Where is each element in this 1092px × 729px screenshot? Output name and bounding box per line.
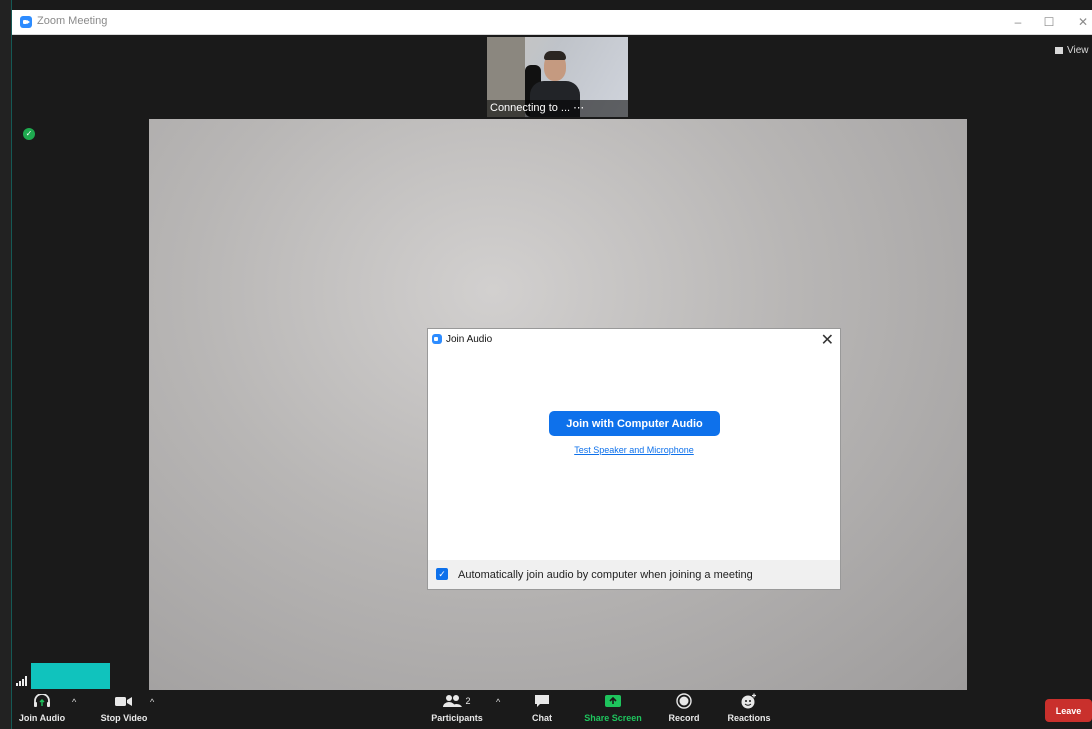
record-icon [676, 693, 692, 709]
signal-strength-icon [16, 676, 28, 686]
stop-video-label: Stop Video [100, 713, 148, 723]
zoom-app-icon [20, 16, 32, 28]
reactions-icon [741, 693, 756, 709]
auto-join-label: Automatically join audio by computer whe… [458, 569, 753, 581]
window-title: Zoom Meeting [37, 15, 108, 27]
reactions-button[interactable]: Reactions [722, 690, 776, 729]
participant-thumbnail[interactable]: Connecting to ... ⋯ [487, 37, 628, 117]
stop-video-button[interactable]: Stop Video [96, 690, 152, 729]
person-hair [544, 51, 566, 60]
view-label: View [1067, 45, 1089, 56]
participants-count: 2 [465, 696, 471, 706]
dialog-close-icon[interactable]: ✕ [821, 330, 834, 350]
join-audio-dialog: Join Audio ✕ Join with Computer Audio Te… [427, 328, 841, 590]
participants-label: Participants [431, 713, 483, 723]
gallery-grid-icon [1055, 47, 1063, 54]
title-bar: Zoom Meeting – ☐ ✕ [12, 10, 1092, 35]
participants-icon [443, 695, 463, 707]
dialog-footer: ✓ Automatically join audio by computer w… [428, 560, 840, 589]
share-screen-button[interactable]: Share Screen [580, 690, 646, 729]
highlight-box [31, 663, 110, 689]
encryption-shield-icon[interactable]: ✓ [23, 128, 35, 140]
camera-icon [115, 697, 132, 706]
zoom-dialog-icon [432, 334, 442, 344]
leave-meeting-button[interactable]: Leave [1045, 699, 1092, 722]
chat-label: Chat [532, 713, 552, 723]
join-audio-button[interactable]: Join Audio [12, 690, 72, 729]
record-label: Record [668, 713, 700, 723]
audio-options-caret-icon[interactable]: ^ [72, 697, 76, 707]
auto-join-checkbox[interactable]: ✓ [436, 568, 448, 580]
meeting-toolbar: Join Audio ^ Stop Video ^ 2 Participants… [12, 690, 1092, 729]
share-screen-label: Share Screen [584, 713, 642, 723]
chat-button[interactable]: Chat [522, 690, 562, 729]
chat-icon [535, 695, 549, 707]
thumbnail-caption: Connecting to ... ⋯ [487, 100, 628, 117]
video-options-caret-icon[interactable]: ^ [150, 697, 154, 707]
minimize-button[interactable]: – [1005, 13, 1031, 31]
reactions-label: Reactions [727, 713, 771, 723]
join-computer-audio-button[interactable]: Join with Computer Audio [549, 411, 720, 436]
maximize-button[interactable]: ☐ [1036, 13, 1062, 31]
record-button[interactable]: Record [662, 690, 706, 729]
view-button[interactable]: View [1055, 45, 1089, 59]
join-audio-label: Join Audio [18, 713, 66, 723]
dialog-title: Join Audio [446, 334, 493, 345]
headphones-icon [34, 694, 50, 707]
participants-caret-icon[interactable]: ^ [496, 697, 500, 707]
close-window-button[interactable]: ✕ [1070, 13, 1092, 31]
participants-button[interactable]: 2 Participants [427, 690, 487, 729]
test-speaker-microphone-link[interactable]: Test Speaker and Microphone [428, 445, 840, 455]
share-screen-icon [605, 695, 621, 707]
